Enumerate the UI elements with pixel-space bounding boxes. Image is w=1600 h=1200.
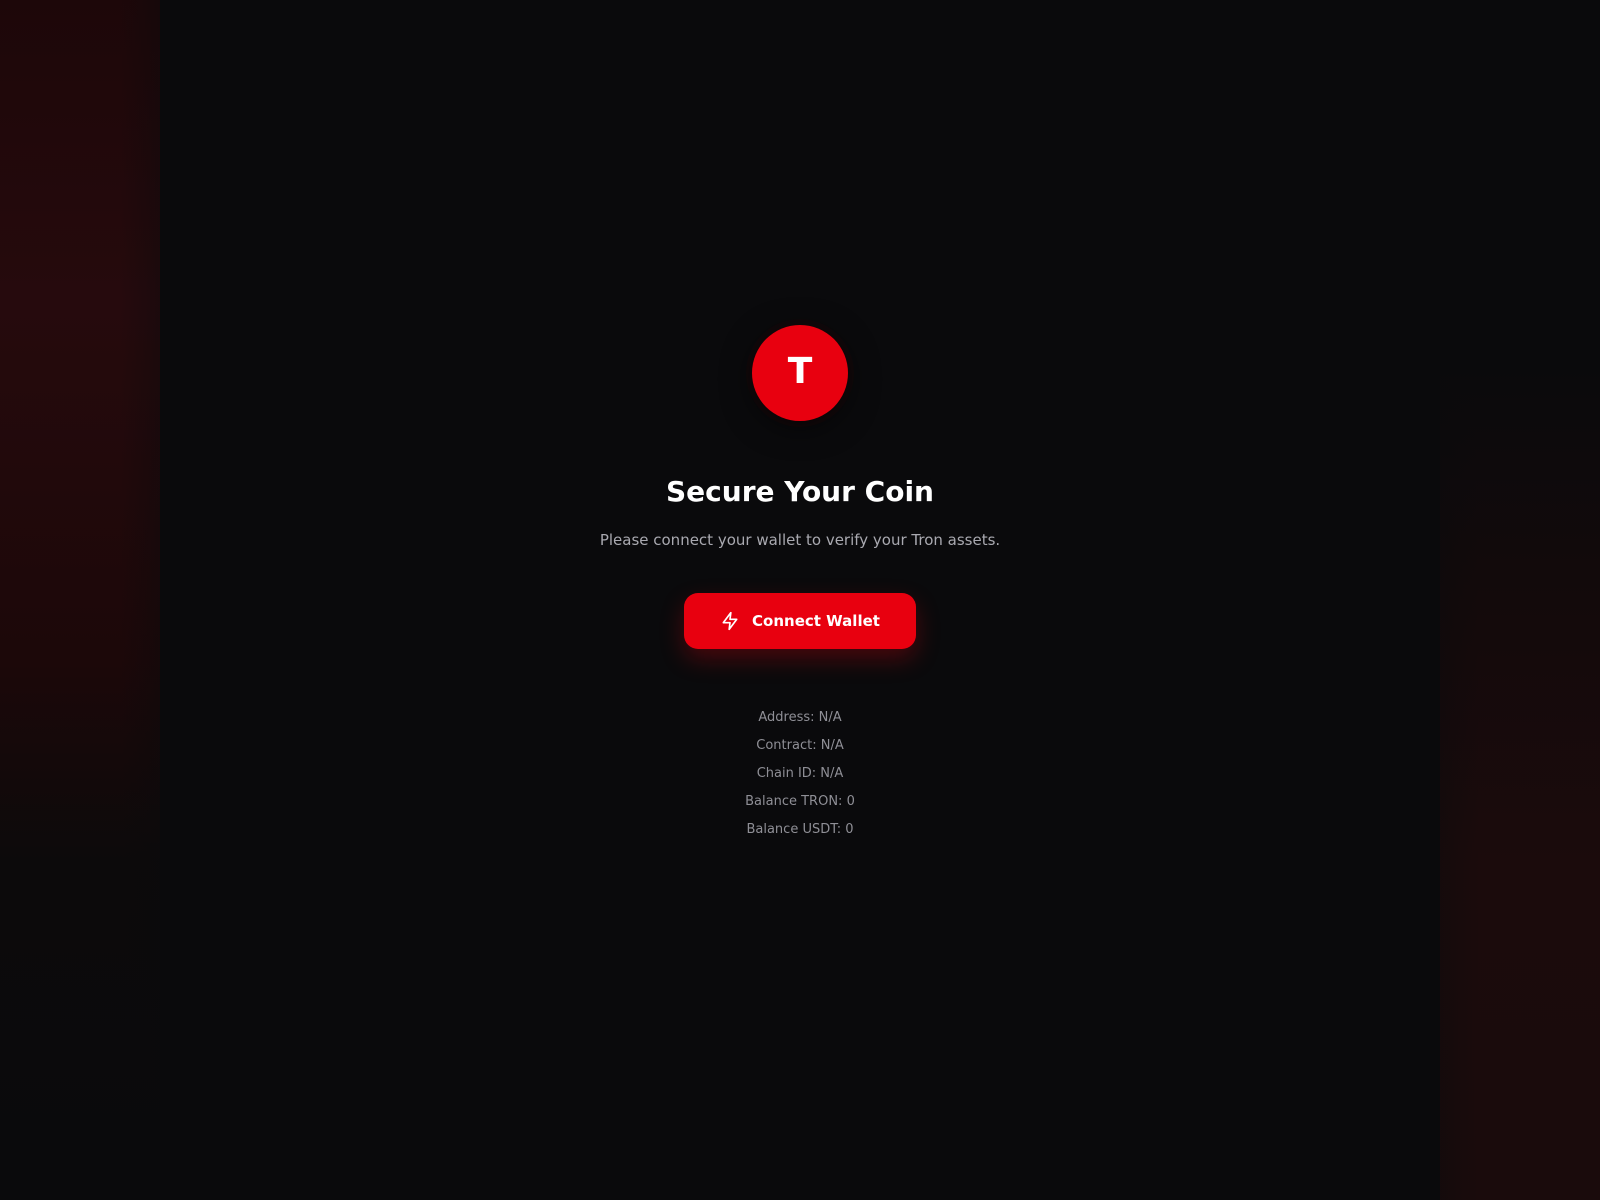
- page-subtitle: Please connect your wallet to verify you…: [599, 531, 1001, 549]
- balance-tron-text: Balance TRON: 0: [745, 794, 855, 809]
- bolt-icon: [722, 611, 738, 631]
- logo-letter: T: [787, 351, 813, 392]
- contract-text: Contract: N/A: [756, 738, 844, 753]
- balance-usdt-text: Balance USDT: 0: [746, 822, 854, 837]
- address-text: Address: N/A: [758, 710, 842, 725]
- connect-wallet-label: Connect Wallet: [752, 612, 880, 630]
- connect-wallet-button[interactable]: Connect Wallet: [684, 593, 916, 649]
- main-content: T Secure Your Coin Please connect your w…: [0, 0, 1600, 1200]
- tron-logo: T: [752, 325, 848, 421]
- wallet-info: Address: N/A Contract: N/A Chain ID: N/A…: [0, 704, 1600, 844]
- page: T Secure Your Coin Please connect your w…: [0, 0, 1600, 1200]
- chain-id-text: Chain ID: N/A: [756, 766, 844, 781]
- page-title: Secure Your Coin: [666, 475, 934, 508]
